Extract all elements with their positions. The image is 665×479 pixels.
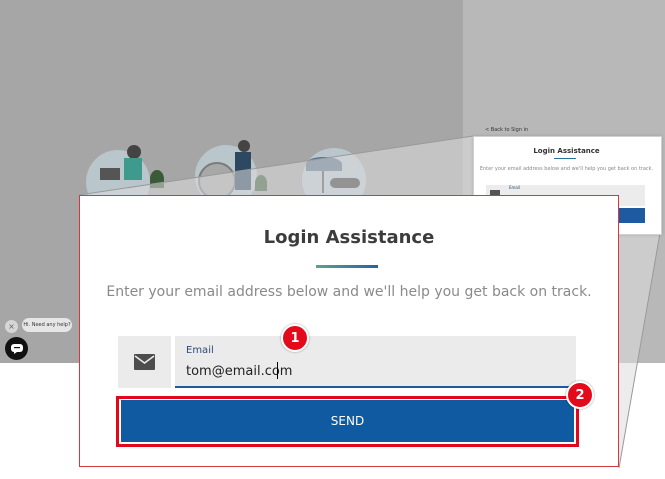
mini-back-link: < Back to Sign in [485, 127, 529, 133]
email-input[interactable] [186, 361, 566, 381]
text-caret [277, 362, 278, 379]
mini-title-underline [554, 158, 576, 159]
mini-description: Enter your email address below and we'll… [479, 166, 654, 172]
step-badge-2: 2 [566, 381, 594, 409]
description-text: Enter your email address below and we'll… [106, 284, 592, 300]
email-icon-box [118, 336, 171, 388]
close-icon[interactable]: × [5, 320, 18, 333]
chat-button[interactable] [5, 337, 28, 360]
send-button[interactable]: SEND [121, 400, 574, 442]
chat-greeting-bubble[interactable]: Hi. Need any help? [22, 318, 72, 332]
email-field-label: Email [186, 345, 214, 356]
chat-icon [10, 343, 23, 354]
mini-title: Login Assistance [533, 147, 600, 155]
page-title: Login Assistance [263, 227, 435, 248]
title-underline [316, 265, 378, 268]
envelope-icon [134, 354, 155, 370]
mini-email-label: Email [509, 185, 521, 190]
step-badge-1: 1 [281, 324, 309, 352]
